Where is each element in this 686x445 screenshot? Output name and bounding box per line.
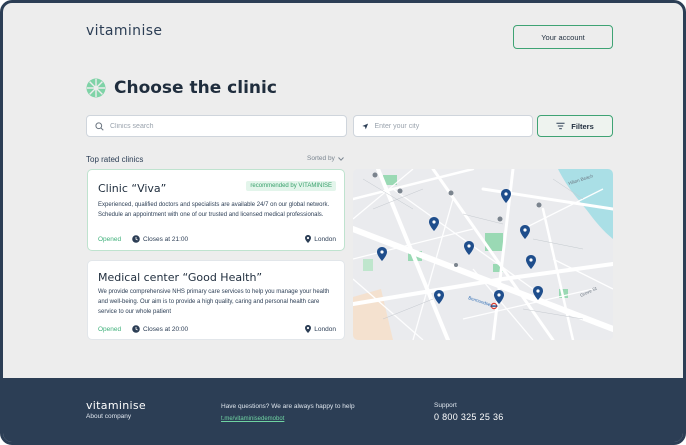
location-pin-icon [305,235,312,243]
closing-time-text: Closes at 21:00 [143,235,189,243]
footer-logo[interactable]: vitaminise [86,399,146,412]
clinic-meta: Opened Closes at 21:00 London [98,235,336,243]
page-header: Choose the clinic [86,78,277,98]
recommended-badge: recommended by VITAMINISE [246,181,336,191]
clinic-name: Clinic “Viva” [98,182,167,195]
search-icon [95,121,104,131]
closing-time: Closes at 20:00 [132,325,188,333]
clock-icon [132,235,140,243]
status-text: Opened [98,325,122,333]
vitaminise-flower-icon [86,78,106,98]
city-field[interactable] [353,115,533,137]
clinic-description: Experienced, qualified doctors and speci… [98,202,330,218]
help-text: Have questions? We are always happy to h… [221,403,355,410]
clinic-location: London [305,235,336,243]
clock-icon [132,325,140,333]
clinic-card[interactable]: Clinic “Viva” recommended by VITAMINISE … [87,169,345,251]
map-canvas[interactable]: Hilton Beach Bermondsey Grove St [353,169,613,340]
status-text: Opened [98,235,122,243]
location-text: London [314,235,336,243]
clinics-map[interactable]: Hilton Beach Bermondsey Grove St [353,169,613,340]
footer: vitaminise About company Have questions?… [3,378,683,442]
logo[interactable]: vitaminise [86,23,162,39]
location-text: London [314,325,336,333]
your-account-button[interactable]: Your account [513,25,613,49]
support-label: Support [434,402,457,409]
sort-dropdown[interactable]: Sorted by [307,155,344,162]
map-park [363,259,373,271]
filter-icon [556,122,565,130]
clinic-search-field[interactable] [86,115,347,137]
closing-time: Closes at 21:00 [132,235,188,243]
sort-label: Sorted by [307,155,335,162]
filters-button[interactable]: Filters [537,115,613,137]
clinic-search-input[interactable] [110,122,330,130]
clinic-meta: Opened Closes at 20:00 London [98,325,336,333]
clinic-description: We provide comprehensive NHS primary car… [98,289,330,315]
location-pin-icon [305,325,312,333]
logo-text: vitaminise [86,23,163,39]
navigation-arrow-icon [362,123,369,129]
chevron-down-icon [337,156,344,161]
support-phone[interactable]: 0 800 325 25 36 [434,412,504,422]
about-company-link[interactable]: About company [86,413,131,420]
telegram-link[interactable]: t.me/vitaminisedemobot [221,416,284,422]
clinic-card[interactable]: Medical center “Good Health” We provide … [87,260,345,340]
closing-time-text: Closes at 20:00 [143,325,189,333]
section-title: Top rated clinics [86,155,144,164]
page-title: Choose the clinic [114,78,277,98]
clinic-location: London [305,325,336,333]
city-input[interactable] [374,122,532,130]
clinic-name: Medical center “Good Health” [98,271,263,284]
app-frame: vitaminise Your account Choose the clini… [0,0,686,445]
filters-label: Filters [571,121,594,131]
